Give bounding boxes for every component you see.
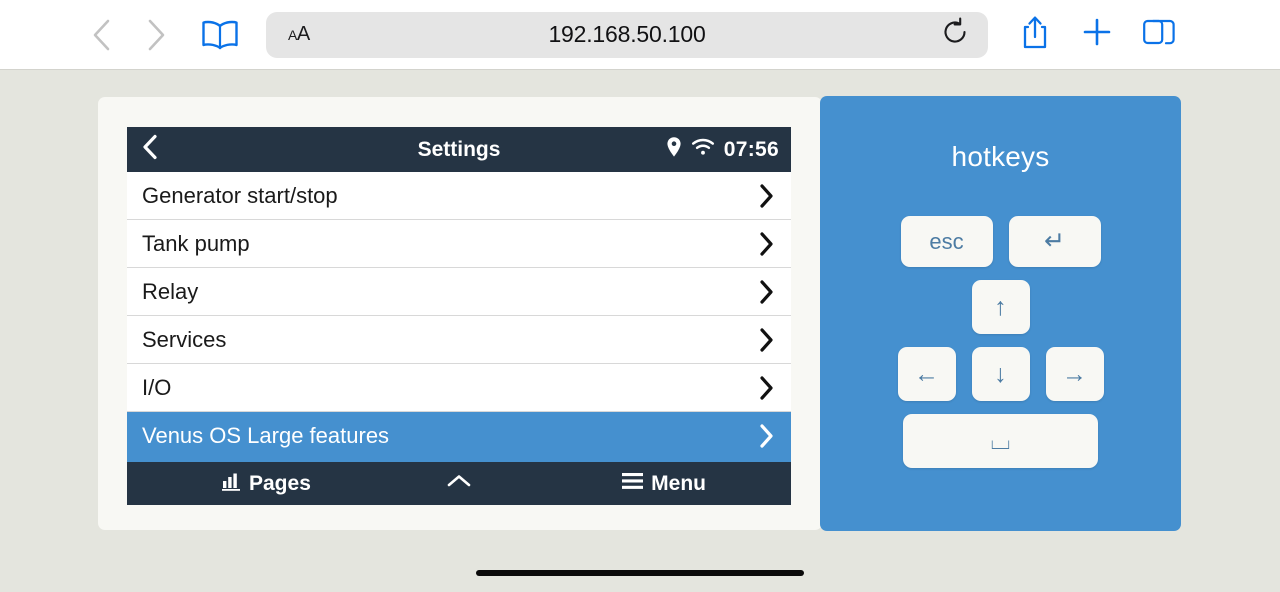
chevron-left-icon	[90, 18, 112, 52]
key-row-space: ⌴	[903, 414, 1098, 468]
list-item[interactable]: Generator start/stop	[127, 172, 791, 220]
list-item-selected[interactable]: Venus OS Large features	[127, 412, 791, 460]
page-content: Settings 07:56 Generator start/stop Tank…	[0, 70, 1280, 592]
arrow-right-key-label: →	[1062, 359, 1087, 388]
plus-icon	[1081, 16, 1113, 53]
list-item-label: Relay	[142, 278, 199, 304]
arrow-left-key[interactable]: ←	[897, 347, 956, 401]
chevron-right-icon	[758, 423, 775, 449]
enter-key[interactable]: ↵	[1008, 216, 1101, 267]
menu-label: Menu	[651, 471, 706, 495]
list-item[interactable]: Relay	[127, 268, 791, 316]
gx-device-screen: Settings 07:56 Generator start/stop Tank…	[127, 127, 791, 505]
chevron-right-icon	[146, 18, 168, 52]
arrow-down-key-label: ↓	[994, 359, 1007, 388]
list-item-label: Venus OS Large features	[142, 422, 390, 448]
list-item-label: Tank pump	[142, 230, 250, 256]
browser-forward-button[interactable]	[134, 12, 180, 58]
clock: 07:56	[723, 137, 779, 161]
hamburger-icon	[622, 472, 644, 496]
space-key[interactable]: ⌴	[903, 414, 1098, 468]
space-key-label: ⌴	[990, 426, 1011, 455]
gx-footer: Pages Menu	[127, 460, 791, 505]
browser-toolbar: AA 192.168.50.100	[0, 0, 1280, 70]
esc-key-label: esc	[929, 228, 964, 254]
arrow-right-key[interactable]: →	[1045, 347, 1104, 401]
esc-key[interactable]: esc	[900, 216, 993, 267]
arrow-down-key[interactable]: ↓	[971, 347, 1030, 401]
arrow-left-key-label: ←	[914, 359, 939, 388]
gx-header: Settings 07:56	[127, 127, 791, 172]
hotkeys-title: hotkeys	[951, 141, 1050, 172]
wifi-icon	[691, 137, 715, 162]
share-button[interactable]	[1012, 12, 1058, 58]
device-card: Settings 07:56 Generator start/stop Tank…	[98, 97, 822, 530]
gx-status-cluster: 07:56	[666, 136, 779, 163]
list-item-label: Generator start/stop	[142, 182, 338, 208]
chevron-right-icon	[758, 327, 775, 353]
key-row-up: ↑	[971, 280, 1030, 334]
chevron-right-icon	[758, 279, 775, 305]
url-text: 192.168.50.100	[548, 21, 706, 47]
list-item-label: I/O	[142, 374, 172, 400]
text-size-small-a: A	[288, 27, 297, 43]
new-tab-button[interactable]	[1074, 12, 1120, 58]
list-item[interactable]: I/O	[127, 364, 791, 412]
key-row-arrows: ← ↓ →	[897, 347, 1104, 401]
text-size-button[interactable]: AA	[288, 23, 310, 46]
enter-key-label: ↵	[1044, 227, 1065, 255]
tabs-icon	[1142, 16, 1176, 53]
hotkeys-panel: hotkeys esc ↵ ↑ ← ↓ → ⌴	[820, 96, 1181, 531]
address-bar[interactable]: AA 192.168.50.100	[266, 11, 988, 58]
arrow-up-key[interactable]: ↑	[971, 280, 1030, 334]
key-row-top: esc ↵	[900, 216, 1101, 267]
arrow-up-key-label: ↑	[994, 292, 1007, 321]
hotkeys-keypad: esc ↵ ↑ ← ↓ → ⌴	[897, 216, 1104, 468]
list-item[interactable]: Services	[127, 316, 791, 364]
list-item[interactable]: Tank pump	[127, 220, 791, 268]
browser-bookmarks-button[interactable]	[194, 12, 246, 58]
list-item-label: Services	[142, 326, 227, 352]
book-icon	[200, 18, 240, 52]
home-indicator	[476, 570, 804, 576]
reload-button[interactable]	[936, 16, 974, 54]
reload-icon	[940, 17, 970, 52]
text-size-large-a: A	[296, 23, 310, 45]
tabs-button[interactable]	[1136, 12, 1182, 58]
settings-list: Generator start/stop Tank pump Relay Ser…	[127, 172, 791, 460]
chevron-up-icon	[446, 473, 472, 494]
chevron-right-icon	[758, 375, 775, 401]
share-icon	[1020, 14, 1050, 55]
menu-button[interactable]: Menu	[622, 472, 706, 496]
chevron-right-icon	[758, 231, 775, 257]
location-pin-icon	[666, 136, 682, 163]
chevron-right-icon	[758, 183, 775, 209]
browser-back-button[interactable]	[78, 12, 124, 58]
